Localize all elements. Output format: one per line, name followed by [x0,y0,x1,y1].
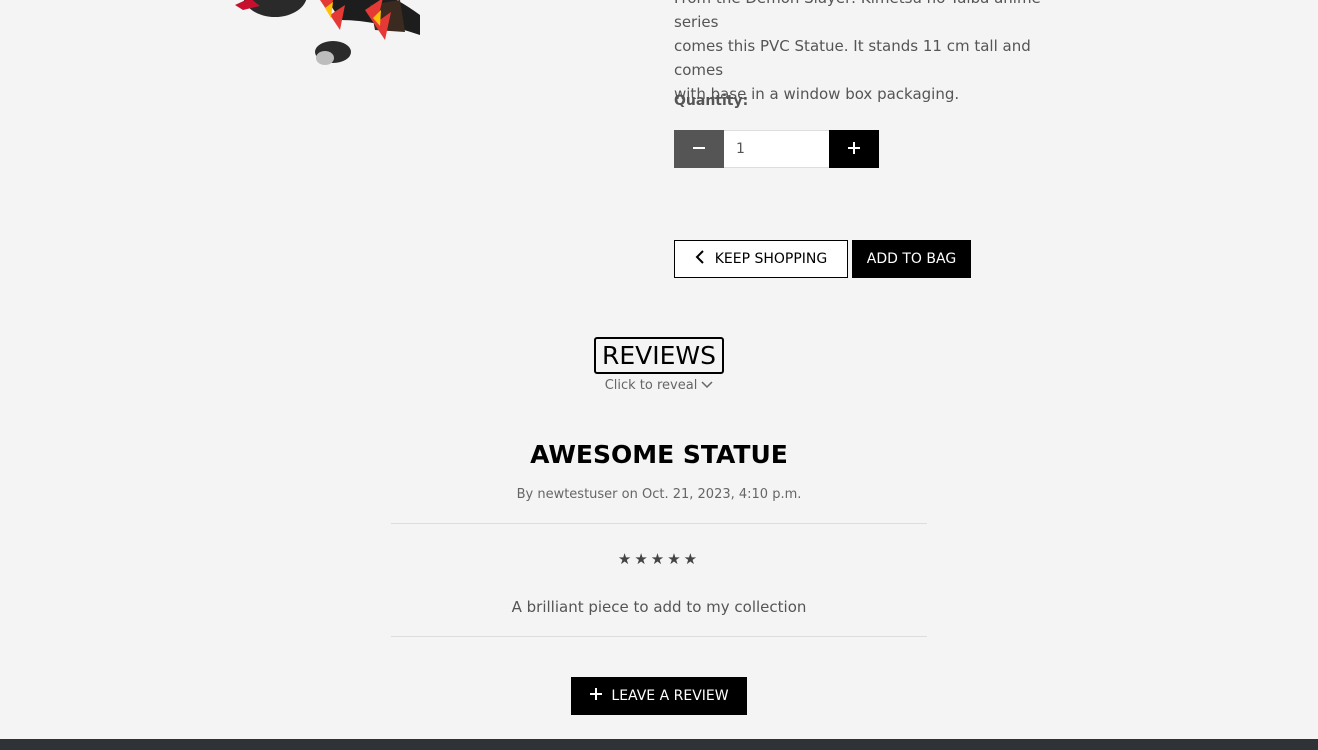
decrement-quantity-button[interactable] [674,130,724,168]
reviews-heading[interactable]: REVIEWS [594,337,724,374]
plus-icon [847,141,861,158]
footer [0,739,1318,750]
leave-review-label: LEAVE A REVIEW [611,688,729,704]
quantity-stepper [674,130,879,168]
divider [391,636,927,637]
chevron-left-icon [695,250,705,268]
reveal-label: Click to reveal [604,378,698,393]
review-body: A brilliant piece to add to my collectio… [511,598,807,616]
plus-icon [589,687,603,705]
increment-quantity-button[interactable] [829,130,879,168]
product-image [215,0,445,70]
reveal-toggle[interactable]: Click to reveal [605,378,714,393]
quantity-label: Quantity: [674,93,749,109]
product-description: From the Demon Slayer: Kimetsu no Yaiba … [674,0,1084,106]
leave-review-button[interactable]: LEAVE A REVIEW [571,677,747,715]
keep-shopping-button[interactable]: KEEP SHOPPING [674,240,848,278]
divider [391,523,927,524]
quantity-input[interactable] [724,130,829,168]
star-rating: ★★★★★ [617,550,701,568]
reveal-toggle-row: Click to reveal [0,378,1318,393]
add-to-bag-button[interactable]: ADD TO BAG [852,240,971,278]
chevron-down-icon [701,378,713,393]
review-title: AWESOME STATUE [530,440,788,469]
minus-icon [692,141,706,158]
description-line: From the Demon Slayer: Kimetsu no Yaiba … [674,0,1041,31]
description-line: comes this PVC Statue. It stands 11 cm t… [674,37,1031,79]
keep-shopping-label: KEEP SHOPPING [714,251,828,267]
review-meta: By newtestuser on Oct. 21, 2023, 4:10 p.… [516,487,802,502]
